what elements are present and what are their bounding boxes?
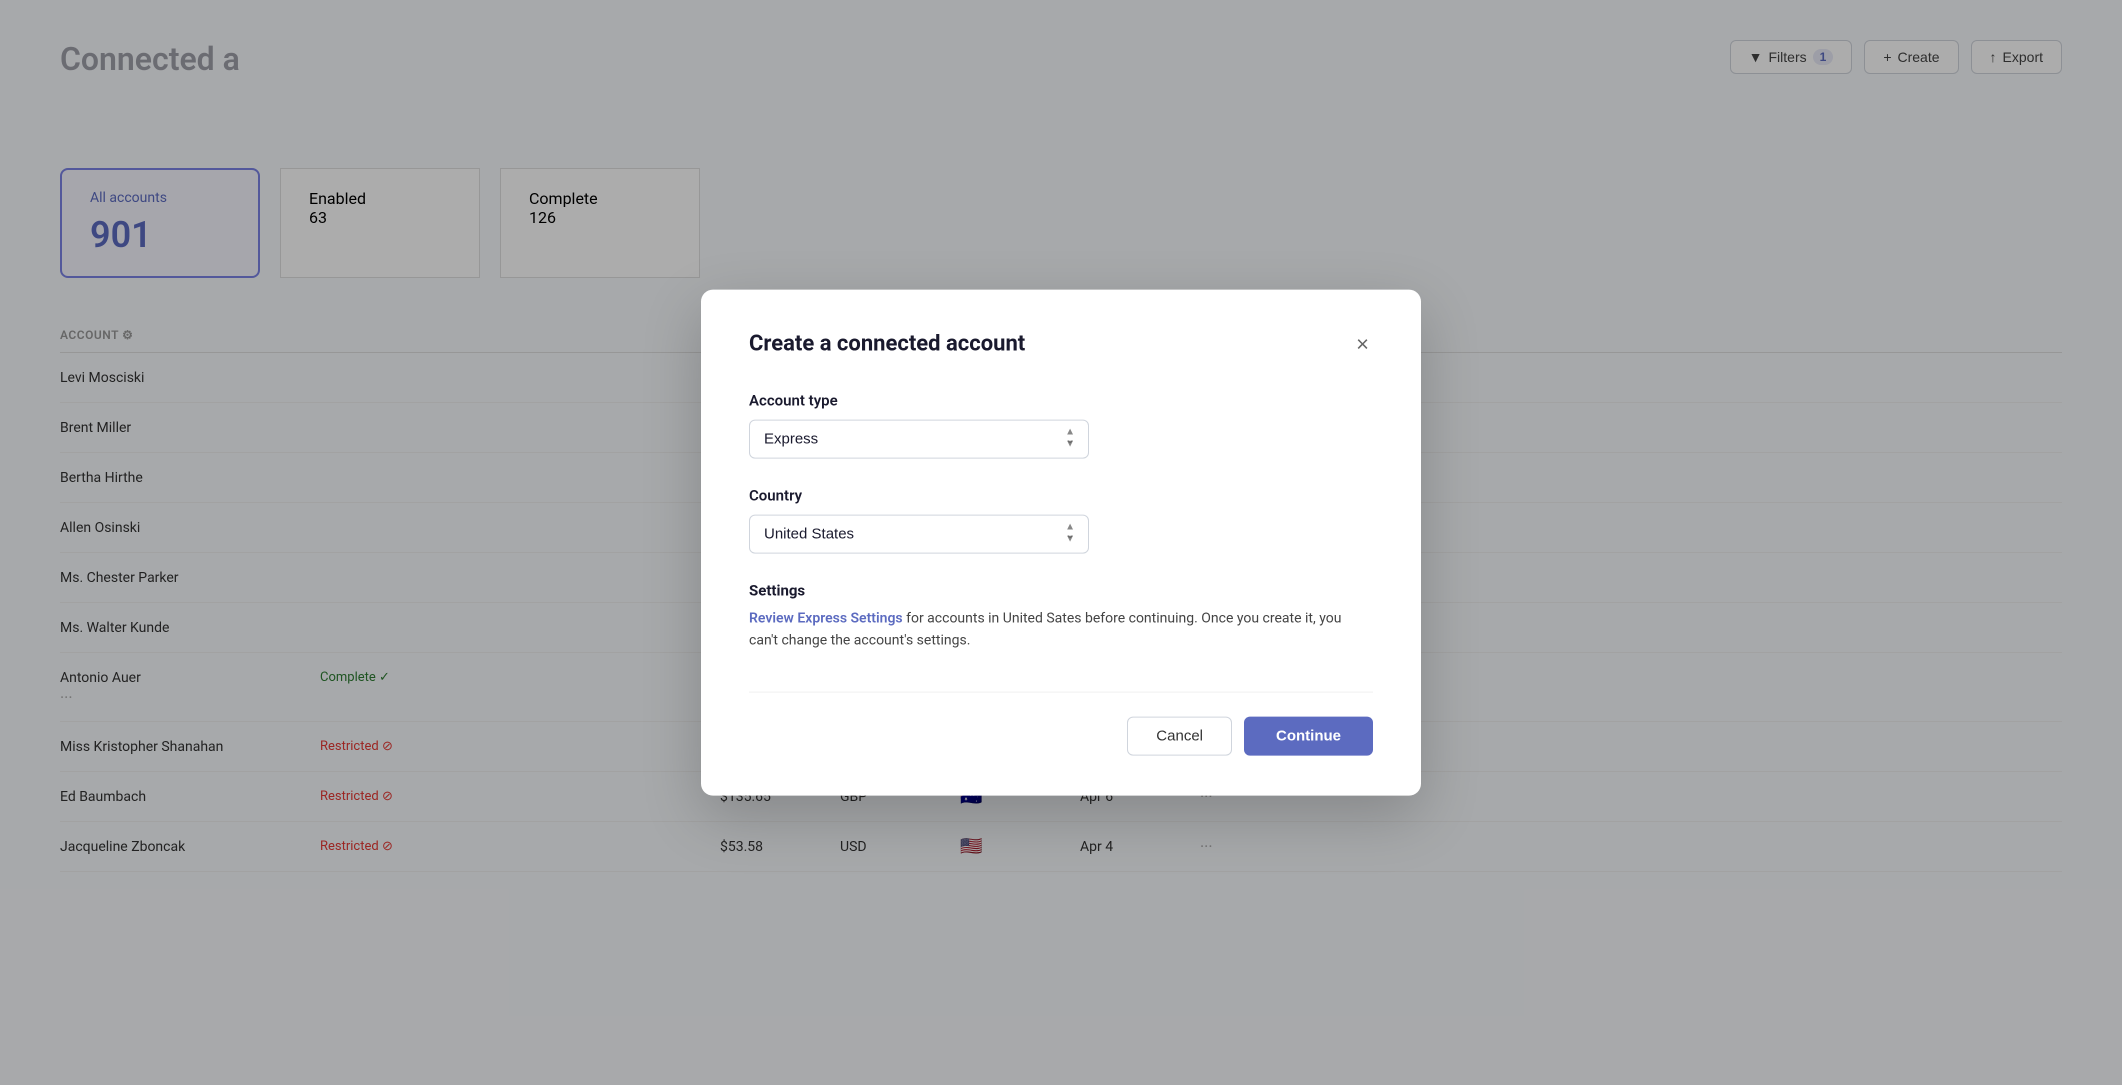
settings-section: Settings Review Express Settings for acc… [749, 581, 1373, 652]
review-settings-link[interactable]: Review Express Settings [749, 610, 903, 626]
account-type-group: Account type Express Standard Custom ▲ ▼ [749, 391, 1373, 458]
country-label: Country [749, 486, 1373, 504]
modal-footer: Cancel Continue [749, 692, 1373, 756]
settings-label: Settings [749, 581, 1373, 599]
account-type-label: Account type [749, 391, 1373, 409]
country-select[interactable]: United States Canada United Kingdom Aust… [749, 514, 1089, 553]
create-account-modal: Create a connected account × Account typ… [701, 289, 1421, 796]
continue-button[interactable]: Continue [1244, 717, 1373, 756]
country-group: Country United States Canada United King… [749, 486, 1373, 553]
modal-header: Create a connected account × [749, 329, 1373, 359]
settings-description: Review Express Settings for accounts in … [749, 607, 1373, 652]
account-type-wrapper: Express Standard Custom ▲ ▼ [749, 419, 1089, 458]
country-wrapper: United States Canada United Kingdom Aust… [749, 514, 1089, 553]
account-type-select[interactable]: Express Standard Custom [749, 419, 1089, 458]
close-button[interactable]: × [1352, 329, 1373, 359]
modal-title: Create a connected account [749, 332, 1025, 357]
cancel-button[interactable]: Cancel [1127, 717, 1232, 756]
